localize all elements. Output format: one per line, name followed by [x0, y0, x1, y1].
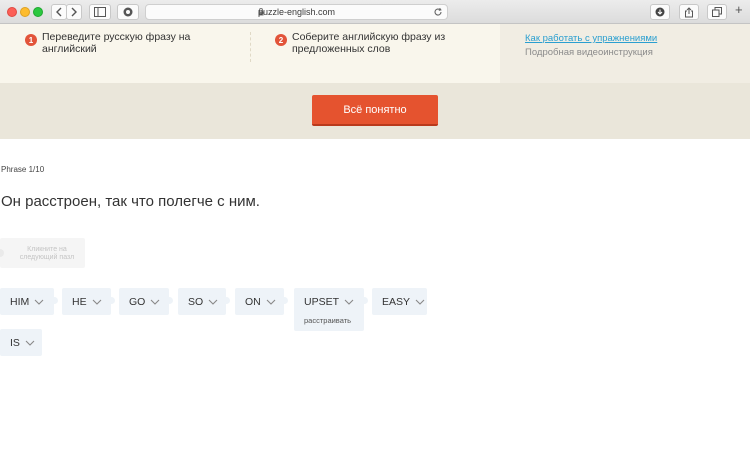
- zoom-window-button[interactable]: [33, 7, 43, 17]
- word-label: GO: [129, 295, 146, 308]
- word-chip-easy[interactable]: EASY: [372, 288, 427, 315]
- puzzle-notch: [166, 297, 173, 304]
- word-chip-upset[interactable]: UPSET расстраивать: [294, 288, 368, 331]
- russian-phrase: Он расстроен, так что полегче с ним.: [1, 193, 260, 210]
- puzzle-notch: [281, 297, 288, 304]
- word-label: IS: [10, 336, 20, 349]
- word-chip-is[interactable]: IS: [0, 329, 42, 356]
- back-button[interactable]: [51, 4, 67, 20]
- step-number-1: 1: [25, 34, 37, 46]
- word-chip-him[interactable]: HIM: [0, 288, 58, 315]
- sidebar-button[interactable]: [89, 4, 111, 20]
- step-text-1: Переведите русскую фразу на английский: [42, 31, 191, 55]
- chevron-down-icon: [208, 299, 218, 305]
- word-label: ON: [245, 295, 261, 308]
- reload-icon[interactable]: [433, 7, 443, 17]
- answer-slot[interactable]: Кликните на следующий пазл: [0, 238, 85, 268]
- share-button[interactable]: [679, 4, 699, 20]
- instruction-step-1: 1 Переведите русскую фразу на английский: [25, 31, 240, 55]
- chevron-right-icon: [71, 7, 77, 17]
- minimize-window-button[interactable]: [20, 7, 30, 17]
- puzzle-notch: [51, 297, 58, 304]
- privacy-button[interactable]: [117, 4, 139, 20]
- puzzle-notch: [361, 297, 368, 304]
- word-chip-so[interactable]: SO: [178, 288, 230, 315]
- close-window-button[interactable]: [7, 7, 17, 17]
- chevron-down-icon: [25, 340, 35, 346]
- new-tab-button[interactable]: +: [735, 2, 743, 17]
- share-icon: [685, 6, 693, 17]
- chevron-down-icon: [34, 299, 44, 305]
- step-divider: [250, 32, 251, 62]
- puzzle-notch: [223, 297, 230, 304]
- url-text: puzzle-english.com: [257, 7, 336, 17]
- confirm-button[interactable]: Всё понятно: [312, 95, 438, 126]
- word-chip-go[interactable]: GO: [119, 288, 173, 315]
- video-instruction-link[interactable]: Подробная видеоинструкция: [525, 47, 653, 58]
- address-bar[interactable]: puzzle-english.com: [145, 4, 448, 20]
- step-text-2: Соберите английскую фразу из предложенны…: [292, 31, 446, 55]
- sidebar-icon: [94, 7, 106, 17]
- word-chip-he[interactable]: HE: [62, 288, 115, 315]
- word-translation: расстраивать: [304, 316, 352, 325]
- slot-notch: [0, 249, 4, 257]
- chevron-down-icon: [150, 299, 160, 305]
- word-chip-on[interactable]: ON: [235, 288, 288, 315]
- instruction-step-2: 2 Соберите английскую фразу из предложен…: [275, 31, 475, 55]
- word-label: EASY: [382, 295, 411, 308]
- downloads-button[interactable]: [650, 4, 670, 20]
- download-icon: [655, 7, 665, 17]
- word-label: UPSET: [304, 296, 340, 308]
- word-label: SO: [188, 295, 204, 308]
- puzzle-notch: [108, 297, 115, 304]
- slot-hint: Кликните на следующий пазл: [19, 246, 75, 261]
- word-label: HE: [72, 295, 87, 308]
- chevron-down-icon: [415, 299, 425, 305]
- chevron-left-icon: [56, 7, 62, 17]
- shield-icon: [123, 7, 133, 17]
- chevron-down-icon: [266, 299, 276, 305]
- chevron-down-icon: [92, 299, 101, 305]
- word-label: HIM: [10, 295, 30, 308]
- chevron-down-icon: [344, 299, 354, 305]
- tabs-icon: [712, 7, 722, 17]
- step-number-2: 2: [275, 34, 287, 46]
- tabs-overview-button[interactable]: [707, 4, 727, 20]
- help-link[interactable]: Как работать с упражнениями: [525, 33, 657, 44]
- forward-button[interactable]: [66, 4, 82, 20]
- phrase-counter: Phrase 1/10: [1, 165, 45, 174]
